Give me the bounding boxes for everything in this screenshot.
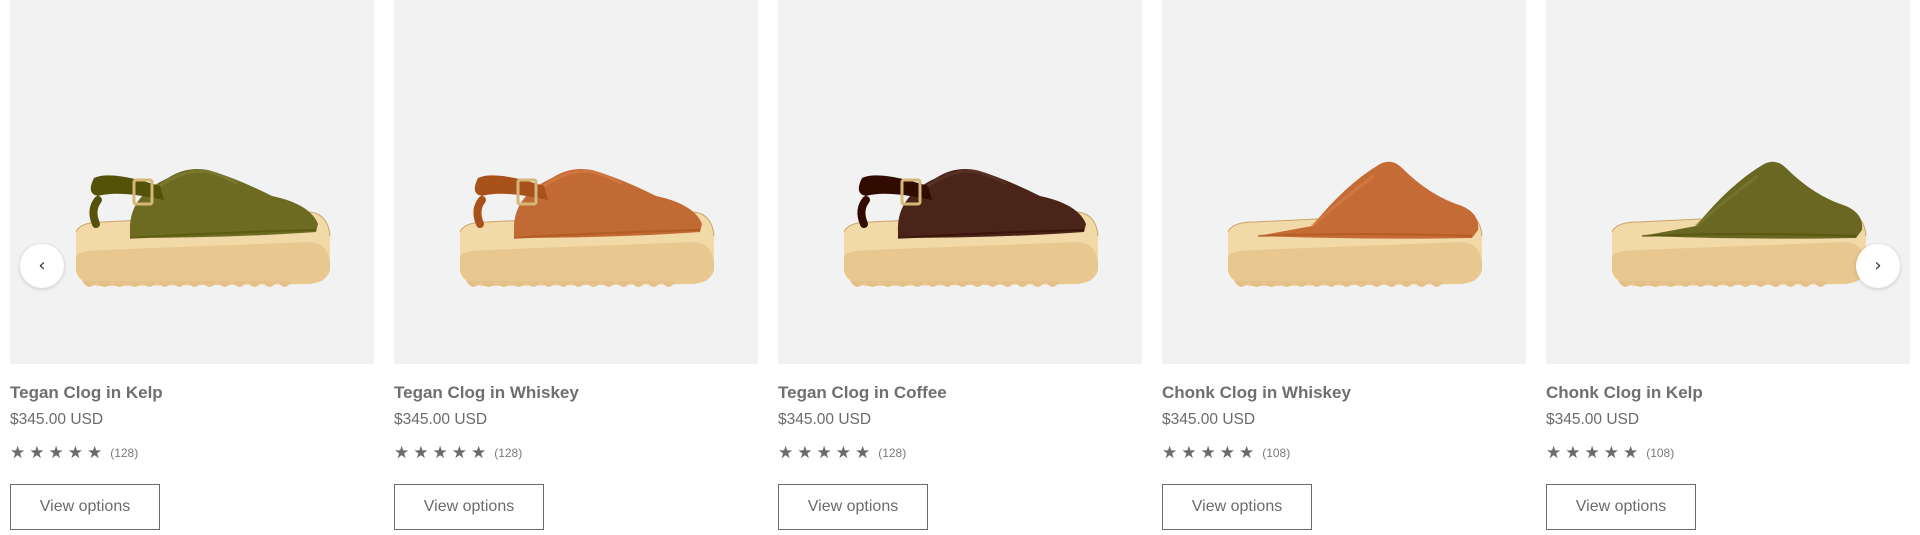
carousel-track: Tegan Clog in Kelp $345.00 USD ★★★★★ (12… <box>10 0 1910 530</box>
product-rating: ★★★★★ (128) <box>394 443 758 463</box>
view-options-button[interactable]: View options <box>1162 484 1312 530</box>
product-carousel: Tegan Clog in Kelp $345.00 USD ★★★★★ (12… <box>0 0 1920 535</box>
view-options-button[interactable]: View options <box>10 484 160 530</box>
product-rating: ★★★★★ (128) <box>778 443 1142 463</box>
star-rating-icon: ★★★★★ <box>778 443 875 462</box>
product-card: Chonk Clog in Whiskey $345.00 USD ★★★★★ … <box>1162 0 1526 530</box>
product-image[interactable] <box>394 0 758 364</box>
product-title[interactable]: Tegan Clog in Kelp <box>10 381 374 405</box>
view-options-button[interactable]: View options <box>1546 484 1696 530</box>
view-options-button[interactable]: View options <box>394 484 544 530</box>
clog-illustration <box>459 169 715 287</box>
chevron-right-icon: › <box>1874 255 1882 276</box>
product-image[interactable] <box>778 0 1142 364</box>
rating-count: (108) <box>1646 446 1675 460</box>
product-title[interactable]: Chonk Clog in Whiskey <box>1162 381 1526 405</box>
product-price: $345.00 USD <box>1546 411 1640 428</box>
product-price: $345.00 USD <box>1162 411 1256 428</box>
product-rating: ★★★★★ (108) <box>1162 443 1526 463</box>
rating-count: (128) <box>494 446 523 460</box>
product-title[interactable]: Tegan Clog in Coffee <box>778 381 1142 405</box>
chevron-left-icon: ‹ <box>38 255 46 276</box>
clog-illustration <box>75 169 331 287</box>
product-card: Tegan Clog in Whiskey $345.00 USD ★★★★★ … <box>394 0 758 530</box>
product-rating: ★★★★★ (128) <box>10 443 374 463</box>
product-title[interactable]: Tegan Clog in Whiskey <box>394 381 758 405</box>
star-rating-icon: ★★★★★ <box>1162 443 1259 462</box>
product-image[interactable] <box>1162 0 1526 364</box>
rating-count: (108) <box>1262 446 1291 460</box>
star-rating-icon: ★★★★★ <box>394 443 491 462</box>
product-card: Tegan Clog in Coffee $345.00 USD ★★★★★ (… <box>778 0 1142 530</box>
clog-illustration <box>1227 161 1483 287</box>
star-rating-icon: ★★★★★ <box>1546 443 1643 462</box>
product-image[interactable] <box>10 0 374 364</box>
clog-illustration <box>843 169 1099 287</box>
rating-count: (128) <box>110 446 139 460</box>
rating-count: (128) <box>878 446 907 460</box>
product-rating: ★★★★★ (108) <box>1546 443 1910 463</box>
product-price: $345.00 USD <box>10 411 104 428</box>
carousel-prev-button[interactable]: ‹ <box>20 244 64 288</box>
star-rating-icon: ★★★★★ <box>10 443 107 462</box>
product-price: $345.00 USD <box>394 411 488 428</box>
view-options-button[interactable]: View options <box>778 484 928 530</box>
clog-illustration <box>1611 161 1867 287</box>
carousel-next-button[interactable]: › <box>1856 244 1900 288</box>
product-image[interactable] <box>1546 0 1910 364</box>
product-price: $345.00 USD <box>778 411 872 428</box>
product-card: Tegan Clog in Kelp $345.00 USD ★★★★★ (12… <box>10 0 374 530</box>
product-title[interactable]: Chonk Clog in Kelp <box>1546 381 1910 405</box>
